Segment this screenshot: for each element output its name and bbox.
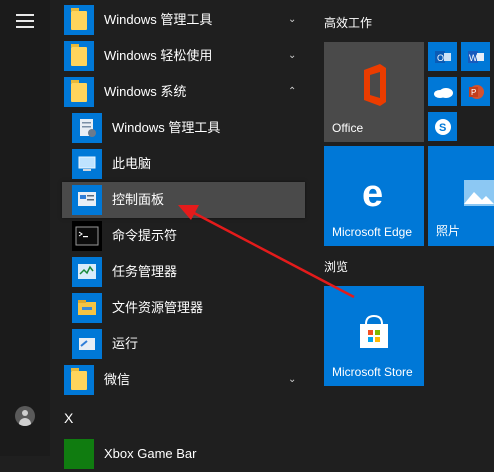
- list-item-label: 命令提示符: [112, 228, 178, 243]
- word-icon: W: [467, 50, 484, 63]
- office-tile[interactable]: Office: [324, 42, 424, 142]
- task-manager-icon: [72, 257, 102, 287]
- svg-text:e: e: [362, 173, 383, 215]
- list-item-label: Windows 轻松使用: [104, 48, 213, 63]
- tiles-area: 高效工作 Office O W P S e Microsoft Edge 照片 …: [308, 0, 494, 456]
- store-icon: [360, 314, 388, 348]
- list-item-control-panel[interactable]: 控制面板: [62, 182, 305, 218]
- file-explorer-icon: [72, 293, 102, 323]
- list-item-windows-admin-tools[interactable]: Windows 管理工具: [50, 110, 308, 146]
- list-item-label: 文件资源管理器: [112, 300, 204, 315]
- user-account-avatar[interactable]: [15, 406, 35, 426]
- list-item-label: 微信: [104, 372, 131, 387]
- list-item-label: 任务管理器: [112, 264, 178, 279]
- skype-icon: S: [434, 118, 451, 135]
- edge-icon: e: [362, 173, 383, 215]
- tile-label: Microsoft Edge: [332, 225, 413, 239]
- svg-text:O: O: [437, 53, 444, 63]
- tile-group-title: 高效工作: [324, 16, 373, 30]
- list-item-this-pc[interactable]: 此电脑: [50, 146, 308, 182]
- list-item-command-prompt[interactable]: 命令提示符: [50, 218, 308, 254]
- list-item-label: Xbox Game Bar: [104, 446, 197, 461]
- microsoft-edge-tile[interactable]: e Microsoft Edge: [324, 146, 424, 246]
- list-item-task-manager[interactable]: 任务管理器: [50, 254, 308, 290]
- outlook-tile[interactable]: O: [428, 42, 457, 71]
- office-icon: [364, 64, 386, 106]
- folder-icon: [64, 365, 94, 395]
- start-menu-rail: [0, 0, 50, 456]
- list-item-label: 此电脑: [112, 156, 152, 171]
- list-item-label: 运行: [112, 336, 139, 351]
- photos-tile[interactable]: 照片: [428, 146, 494, 246]
- command-prompt-icon: [72, 221, 102, 251]
- list-item-windows-admin-tools-folder[interactable]: Windows 管理工具 ⌄: [50, 2, 308, 38]
- tile-group-title: 浏览: [324, 260, 349, 274]
- skype-tile[interactable]: S: [428, 112, 457, 141]
- list-item-run[interactable]: 运行: [50, 326, 308, 362]
- chevron-up-icon: ⌃: [288, 86, 297, 97]
- admin-tools-icon: [72, 113, 102, 143]
- chevron-down-icon: ⌄: [288, 50, 297, 61]
- photos-icon: [464, 180, 494, 206]
- powerpoint-icon: P: [468, 84, 484, 99]
- xbox-icon: [64, 439, 94, 469]
- list-item-wechat-folder[interactable]: 微信 ⌄: [50, 362, 308, 398]
- cloud-icon: [433, 87, 453, 98]
- list-item-label: Windows 管理工具: [104, 12, 213, 27]
- list-item-label: Windows 系统: [104, 84, 187, 99]
- onedrive-tile[interactable]: [428, 77, 457, 106]
- section-letter-x[interactable]: X: [64, 410, 73, 426]
- tile-label: Microsoft Store: [332, 365, 413, 379]
- folder-icon: [64, 5, 94, 35]
- app-list: Windows 管理工具 ⌄ Windows 轻松使用 ⌄ Windows 系统…: [50, 0, 308, 469]
- hamburger-menu-icon[interactable]: [16, 14, 34, 28]
- svg-text:S: S: [439, 122, 446, 134]
- tile-label: 照片: [436, 224, 461, 238]
- folder-icon: [64, 41, 94, 71]
- folder-icon: [64, 77, 94, 107]
- svg-text:P: P: [471, 88, 476, 97]
- list-item-windows-system-folder[interactable]: Windows 系统 ⌃: [50, 74, 308, 110]
- run-icon: [72, 329, 102, 359]
- list-item-label: Windows 管理工具: [112, 120, 221, 135]
- chevron-down-icon: ⌄: [288, 14, 297, 25]
- microsoft-store-tile[interactable]: Microsoft Store: [324, 286, 424, 386]
- computer-icon: [72, 149, 102, 179]
- list-item-file-explorer[interactable]: 文件资源管理器: [50, 290, 308, 326]
- powerpoint-tile[interactable]: P: [461, 77, 490, 106]
- tile-label: Office: [332, 121, 364, 135]
- svg-text:W: W: [469, 53, 478, 63]
- outlook-icon: O: [434, 50, 451, 63]
- list-item-label: 控制面板: [112, 192, 165, 207]
- list-item-windows-ease-of-access-folder[interactable]: Windows 轻松使用 ⌄: [50, 38, 308, 74]
- chevron-down-icon: ⌄: [288, 374, 297, 385]
- list-item-xbox-game-bar[interactable]: Xbox Game Bar: [50, 436, 308, 472]
- word-tile[interactable]: W: [461, 42, 490, 71]
- control-panel-icon: [72, 185, 102, 215]
